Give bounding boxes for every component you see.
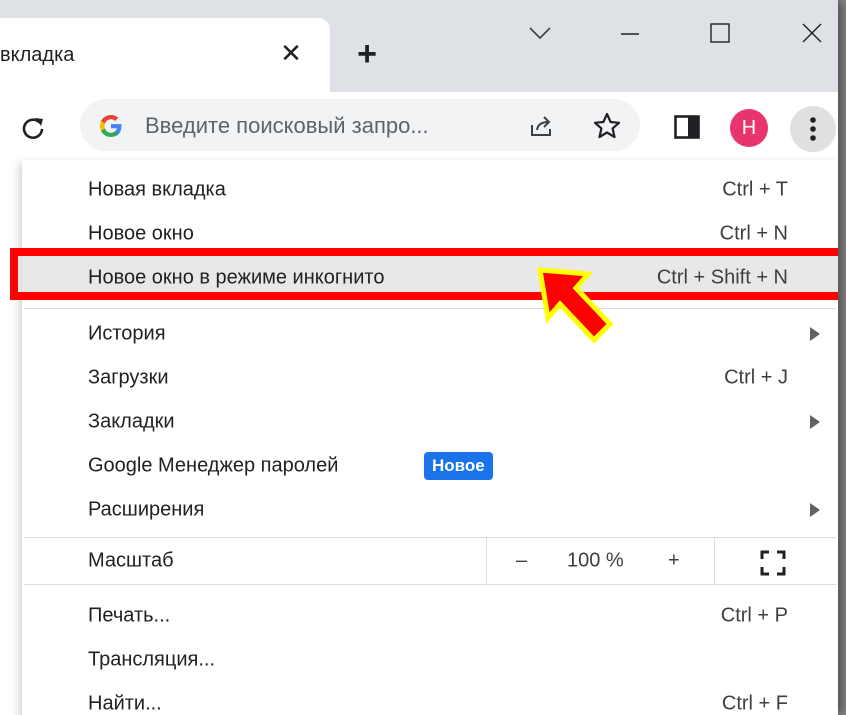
tab-close-icon[interactable]: ✕: [278, 38, 304, 68]
google-icon: [100, 115, 122, 137]
menu-item-shortcut: Ctrl + J: [724, 366, 788, 389]
highlight-box: [10, 248, 838, 300]
fullscreen-icon[interactable]: [760, 550, 786, 576]
zoom-label: Масштаб: [88, 549, 174, 572]
submenu-arrow-icon: [810, 415, 820, 429]
share-icon[interactable]: [528, 113, 556, 139]
menu-item-new-tab[interactable]: Новая вкладка Ctrl + T: [22, 168, 838, 212]
side-panel-icon[interactable]: [674, 115, 700, 139]
menu-item-label: Google Менеджер паролей: [88, 454, 339, 477]
menu-item-label: Новое окно: [88, 222, 194, 245]
menu-item-shortcut: Ctrl + F: [721, 692, 788, 715]
menu-item-label: Закладки: [88, 410, 175, 433]
reload-icon[interactable]: [18, 114, 48, 144]
minimize-button[interactable]: [610, 18, 650, 48]
menu-item-print[interactable]: Печать... Ctrl + P: [22, 594, 838, 638]
menu-divider: [24, 308, 836, 309]
menu-item-password-manager[interactable]: Google Менеджер паролей Новое: [22, 444, 838, 488]
tab-title: вкладка: [0, 44, 75, 66]
tab-strip: вкладка ✕ +: [0, 0, 838, 92]
close-window-button[interactable]: [792, 18, 832, 48]
zoom-in-button[interactable]: +: [668, 550, 680, 573]
menu-item-shortcut: Ctrl + N: [719, 222, 788, 245]
menu-item-cast[interactable]: Трансляция...: [22, 638, 838, 682]
zoom-divider: [486, 538, 487, 584]
avatar[interactable]: H: [730, 109, 768, 147]
active-tab[interactable]: вкладка ✕: [0, 18, 330, 92]
menu-item-find[interactable]: Найти... Ctrl + F: [22, 682, 838, 715]
submenu-arrow-icon: [810, 327, 820, 341]
menu-item-shortcut: Ctrl + T: [722, 178, 788, 201]
close-icon: [802, 23, 822, 43]
new-tab-button[interactable]: +: [351, 37, 383, 71]
browser-window: вкладка ✕ + Введите поисковый запро... H…: [0, 0, 838, 715]
maximize-icon: [710, 23, 730, 43]
minimize-icon: [621, 33, 639, 35]
menu-item-label: История: [88, 322, 166, 345]
menu-item-zoom: Масштаб – 100 % +: [22, 538, 838, 584]
zoom-value: 100 %: [567, 549, 624, 572]
address-bar[interactable]: Введите поисковый запро...: [80, 99, 640, 151]
menu-button[interactable]: [790, 106, 836, 152]
zoom-divider: [714, 538, 715, 584]
more-vert-icon: [810, 117, 816, 141]
menu-item-label: Найти...: [88, 692, 162, 715]
menu-item-shortcut: Ctrl + P: [720, 604, 788, 627]
maximize-button[interactable]: [700, 18, 740, 48]
menu-item-downloads[interactable]: Загрузки Ctrl + J: [22, 356, 838, 400]
submenu-arrow-icon: [810, 503, 820, 517]
menu-item-label: Загрузки: [88, 366, 169, 389]
tab-search-button[interactable]: [520, 18, 560, 48]
new-badge: Новое: [424, 452, 493, 480]
toolbar: Введите поисковый запро... H: [0, 92, 838, 158]
menu-item-history[interactable]: История: [22, 312, 838, 356]
menu-item-bookmarks[interactable]: Закладки: [22, 400, 838, 444]
menu-item-label: Печать...: [88, 604, 171, 627]
menu-item-label: Трансляция...: [88, 648, 216, 671]
menu-item-label: Расширения: [88, 498, 205, 521]
chevron-down-icon: [529, 27, 551, 40]
pointer-arrow-icon: [537, 267, 614, 344]
menu-item-label: Новая вкладка: [88, 178, 226, 201]
menu-item-extensions[interactable]: Расширения: [22, 488, 838, 532]
menu-divider: [24, 584, 836, 585]
search-input[interactable]: Введите поисковый запро...: [145, 113, 429, 139]
star-icon[interactable]: [592, 111, 622, 141]
chrome-menu: Новая вкладка Ctrl + T Новое окно Ctrl +…: [22, 160, 838, 715]
zoom-out-button[interactable]: –: [516, 550, 527, 573]
